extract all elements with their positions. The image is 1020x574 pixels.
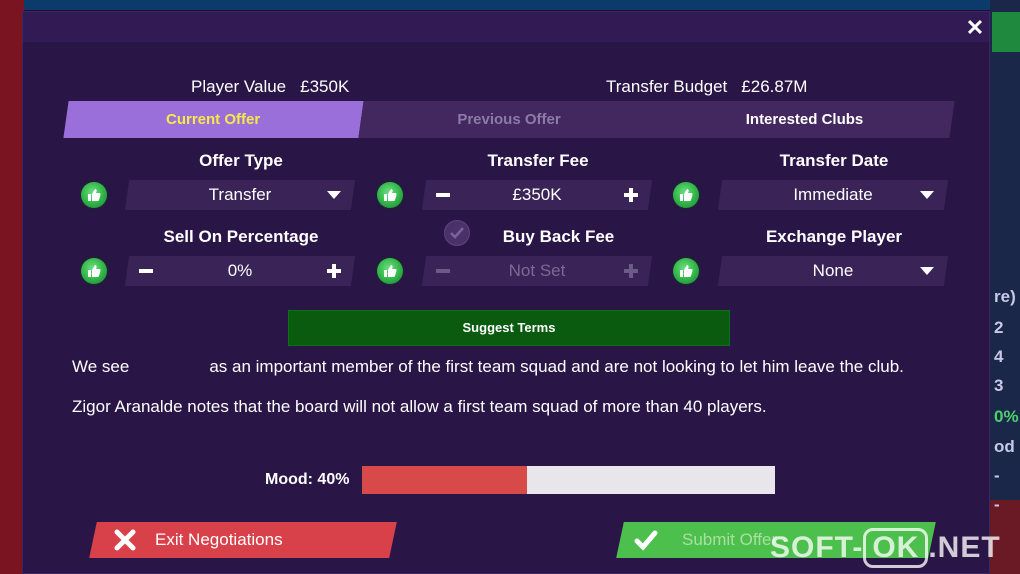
transfer-date-select[interactable]: Immediate: [717, 180, 949, 210]
submit-offer-label: Submit Offer: [682, 530, 778, 549]
transfer-fee-stepper[interactable]: £350K: [421, 180, 653, 210]
background-text: 4: [994, 347, 1004, 366]
tab-interested-clubs[interactable]: Interested Clubs: [657, 101, 952, 138]
thumbs-up-icon: [673, 258, 699, 284]
transfer-budget-amount: £26.87M: [741, 77, 808, 96]
buy-back-checkbox[interactable]: [444, 220, 470, 246]
mood-label: Mood: 40%: [265, 471, 350, 488]
transfer-date-label: Transfer Date: [779, 151, 889, 170]
transfer-fee-label: Transfer Fee: [487, 151, 589, 170]
transfer-budget-label: Transfer Budget: [606, 77, 728, 96]
thumbs-up-icon: [377, 258, 403, 284]
tab-group: Previous Offer Interested Clubs: [358, 101, 955, 138]
chevron-down-icon[interactable]: [920, 191, 934, 199]
tab-previous-offer[interactable]: Previous Offer: [361, 101, 657, 138]
mood-bar-fill: [362, 466, 528, 494]
transfer-date-value: Immediate: [793, 185, 873, 204]
sell-on-label: Sell On Percentage: [163, 227, 319, 246]
transfer-fee-value: £350K: [512, 185, 562, 204]
player-value: Player Value £350K: [191, 77, 349, 97]
plus-icon[interactable]: [624, 264, 638, 278]
board-message: Zigor Aranalde notes that the board will…: [72, 397, 767, 416]
offer-type-value: Transfer: [208, 185, 272, 204]
thumbs-up-icon: [673, 182, 699, 208]
offer-type-select[interactable]: Transfer: [124, 180, 356, 210]
dialog-header: [23, 12, 989, 42]
exchange-player-label: Exchange Player: [765, 227, 903, 246]
background-text: od: [994, 437, 1015, 456]
background-text: re): [994, 287, 1016, 306]
buy-back-value: Not Set: [508, 261, 566, 280]
buy-back-stepper[interactable]: Not Set: [421, 256, 653, 286]
exchange-player-select[interactable]: None: [717, 256, 949, 286]
thumbs-up-icon: [81, 182, 107, 208]
exit-negotiations-button[interactable]: Exit Negotiations: [89, 522, 397, 558]
mood-bar: [362, 466, 775, 494]
offer-type-label: Offer Type: [199, 151, 283, 170]
tab-current-offer[interactable]: Current Offer: [63, 101, 364, 138]
watermark-logo: SOFT- OK .NET: [770, 528, 1001, 568]
exit-negotiations-label: Exit Negotiations: [155, 530, 283, 549]
background-green-tile: [992, 12, 1020, 52]
buy-back-label: Buy Back Fee: [502, 227, 615, 246]
background-text: -: [994, 495, 1000, 514]
exchange-player-value: None: [812, 261, 854, 280]
background-text: 2: [994, 318, 1004, 337]
transfer-budget: Transfer Budget £26.87M: [606, 77, 807, 97]
background-text: 0%: [994, 407, 1019, 426]
player-value-label: Player Value: [191, 77, 287, 96]
checkmark-icon: [634, 530, 658, 551]
close-icon: [114, 529, 136, 551]
sell-on-stepper[interactable]: 0%: [124, 256, 356, 286]
chevron-down-icon[interactable]: [327, 191, 341, 199]
plus-icon[interactable]: [624, 188, 638, 202]
background-top: [0, 0, 1020, 10]
club-message: We see as an important member of the firs…: [72, 357, 904, 377]
thumbs-up-icon: [81, 258, 107, 284]
chevron-down-icon[interactable]: [920, 267, 934, 275]
close-icon[interactable]: ✕: [964, 17, 986, 39]
plus-icon[interactable]: [327, 264, 341, 278]
thumbs-up-icon: [377, 182, 403, 208]
background-text: 3: [994, 376, 1004, 395]
club-message-end: as an important member of the first team…: [209, 357, 904, 376]
sell-on-value: 0%: [227, 261, 253, 280]
player-value-amount: £350K: [300, 77, 350, 96]
suggest-terms-button[interactable]: Suggest Terms: [288, 310, 730, 346]
transfer-offer-dialog: ✕ Player Value £350K Transfer Budget £26.8…: [22, 11, 990, 574]
offer-tabs: Current Offer Previous Offer Interested …: [63, 101, 955, 138]
club-message-start: We see: [72, 357, 130, 376]
background-left: [0, 0, 24, 574]
background-text: -: [994, 466, 1000, 485]
